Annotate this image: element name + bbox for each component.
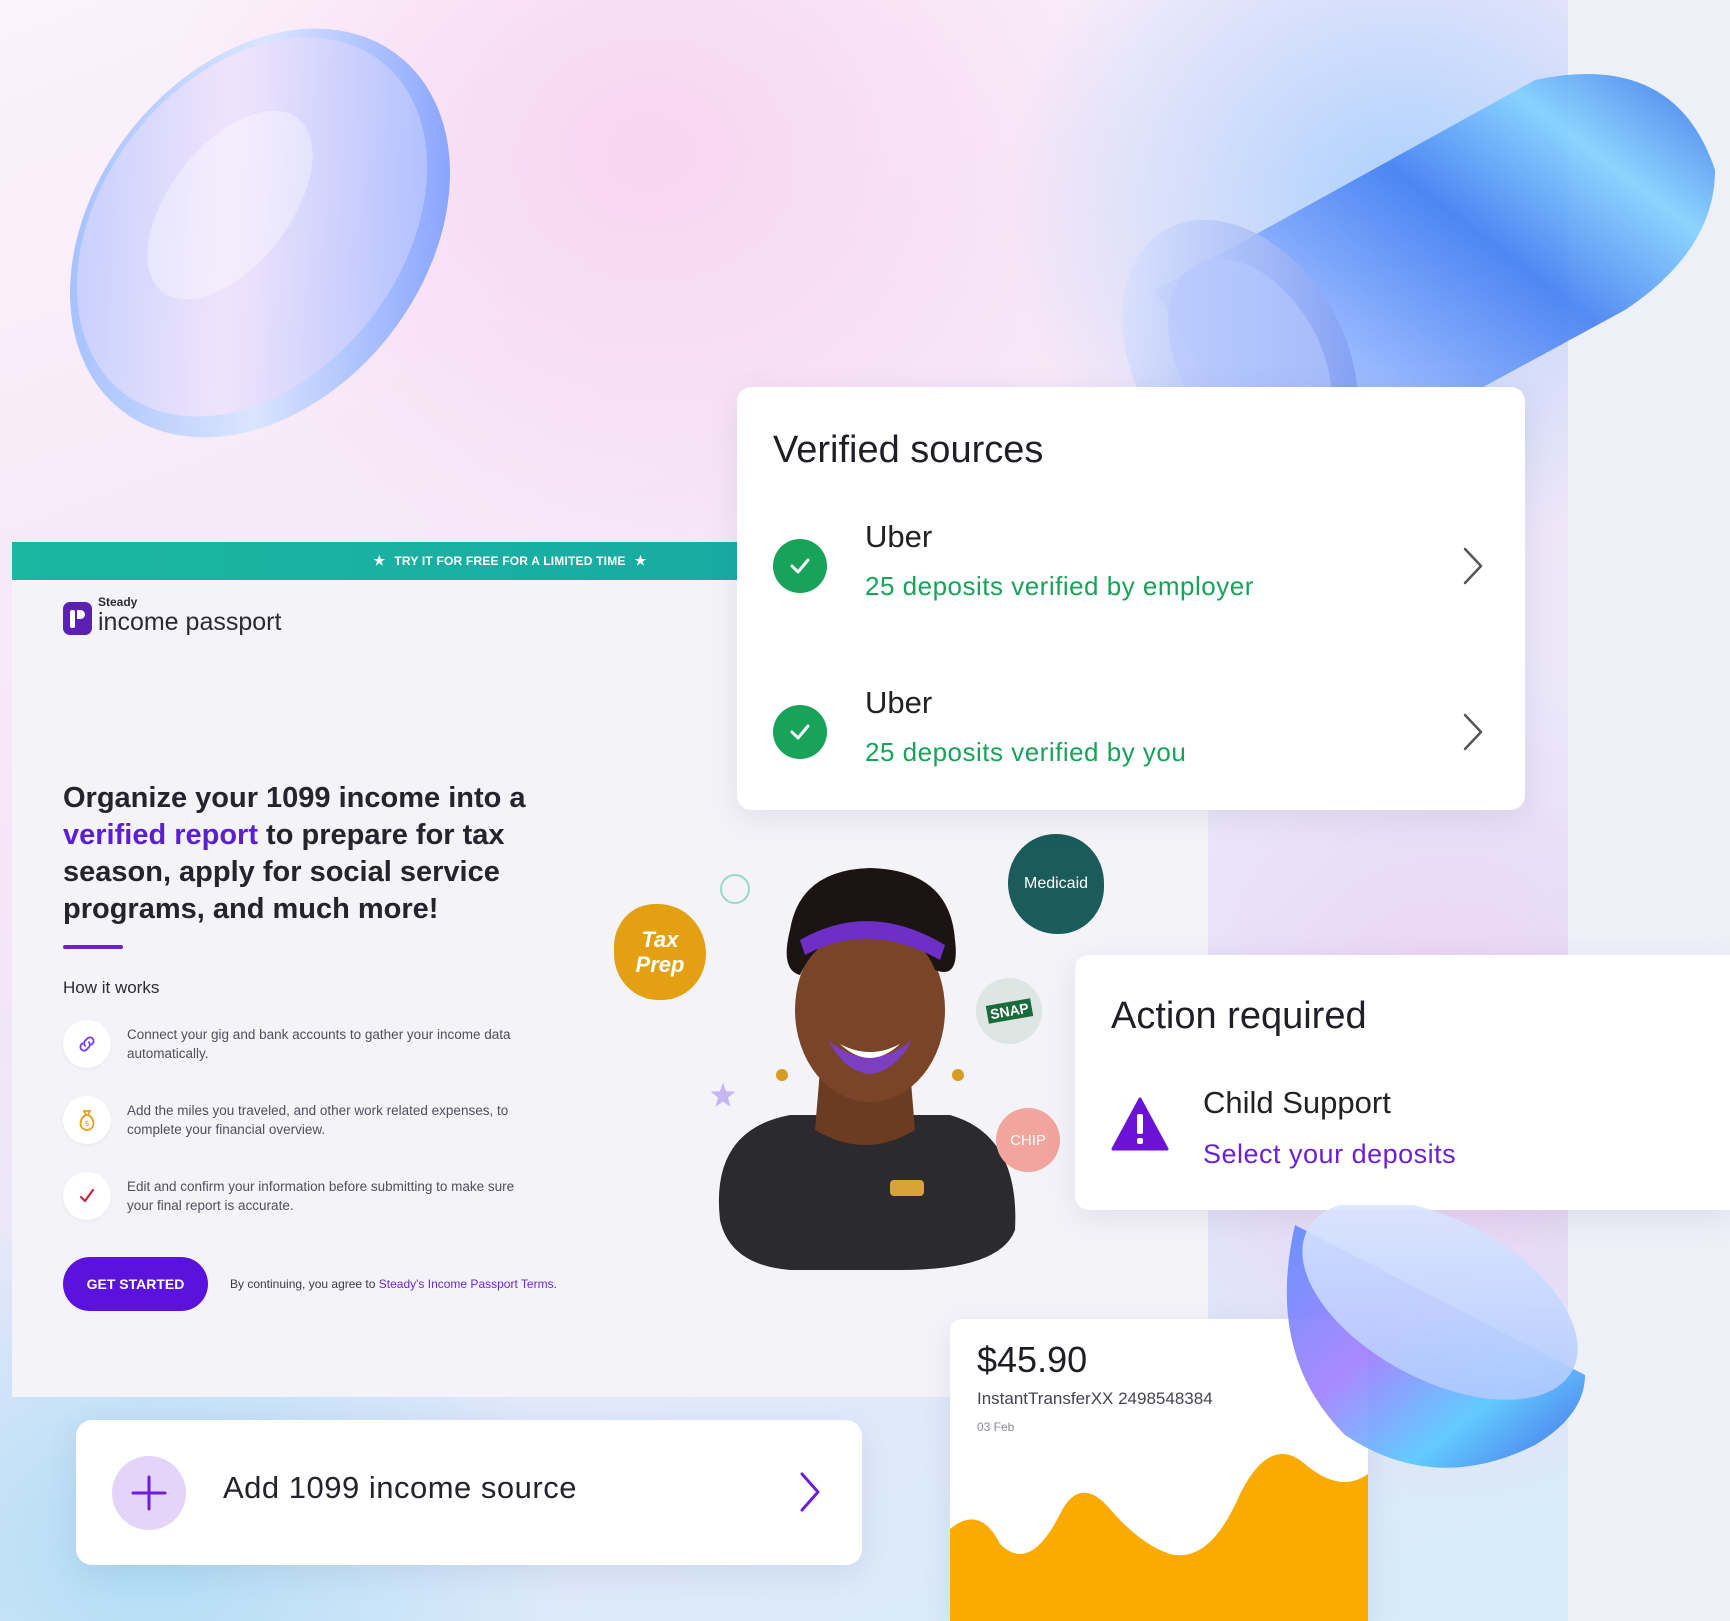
snap-badge: SNAP	[976, 978, 1042, 1044]
select-deposits-link[interactable]: Select your deposits	[1203, 1139, 1456, 1170]
step-text: Connect your gig and bank accounts to ga…	[127, 1027, 511, 1061]
glass-disc-decoration	[70, 28, 450, 438]
hero-illustration: Tax Prep Medicaid SNAP CHIP	[600, 820, 1120, 1280]
medicaid-badge: Medicaid	[1008, 834, 1104, 934]
circle-decoration-icon	[720, 874, 750, 904]
chevron-right-icon	[800, 1472, 820, 1512]
transaction-date: 03 Feb	[977, 1420, 1015, 1434]
step-text: Add the miles you traveled, and other wo…	[127, 1103, 509, 1137]
action-item-name: Child Support	[1203, 1085, 1391, 1120]
step-item: Connect your gig and bank accounts to ga…	[63, 1020, 583, 1096]
check-icon	[773, 539, 827, 593]
cta-row: GET STARTED By continuing, you agree to …	[63, 1257, 557, 1311]
plus-icon	[112, 1456, 186, 1530]
action-required-card: Action required Child Support Select you…	[1075, 955, 1730, 1210]
add-income-source-button[interactable]: Add 1099 income source	[76, 1420, 862, 1565]
verified-source-row[interactable]: Uber 25 deposits verified by you	[773, 685, 1485, 795]
link-icon	[63, 1020, 111, 1068]
star-decoration-icon	[710, 1082, 736, 1107]
verified-source-row[interactable]: Uber 25 deposits verified by employer	[773, 519, 1485, 629]
step-item: Edit and confirm your information before…	[63, 1172, 583, 1248]
steps-list: Connect your gig and bank accounts to ga…	[63, 1020, 583, 1248]
transaction-amount: $45.90	[977, 1339, 1088, 1380]
verified-sources-title: Verified sources	[773, 429, 1044, 471]
money-bag-icon: $	[63, 1096, 111, 1144]
get-started-button[interactable]: GET STARTED	[63, 1257, 208, 1311]
action-required-title: Action required	[1111, 995, 1367, 1037]
star-icon: ★	[373, 553, 386, 568]
hero-heading-highlight: verified report	[63, 819, 258, 851]
passport-logo-icon	[63, 602, 92, 635]
terms-text: By continuing, you agree to Steady's Inc…	[230, 1277, 557, 1291]
brand-logo-link[interactable]: Steady income passport	[63, 596, 281, 635]
chevron-right-icon	[1463, 547, 1483, 585]
star-icon: ★	[634, 553, 647, 568]
chip-badge: CHIP	[996, 1108, 1060, 1172]
source-status: 25 deposits verified by employer	[865, 571, 1254, 601]
step-text: Edit and confirm your information before…	[127, 1179, 515, 1213]
tax-prep-badge: Tax Prep	[614, 904, 706, 1000]
warning-icon	[1111, 1097, 1169, 1151]
source-name: Uber	[865, 685, 933, 720]
terms-link[interactable]: Steady's Income Passport Terms	[379, 1277, 554, 1291]
source-name: Uber	[865, 519, 933, 554]
checkmark-icon	[63, 1172, 111, 1220]
transaction-description: InstantTransferXX 2498548384	[977, 1389, 1213, 1408]
check-icon	[773, 705, 827, 759]
step-item: $ Add the miles you traveled, and other …	[63, 1096, 583, 1172]
how-it-works-title: How it works	[63, 978, 160, 997]
chevron-right-icon	[1463, 713, 1483, 751]
source-status: 25 deposits verified by you	[865, 737, 1187, 767]
hero-heading: Organize your 1099 income into a verifie…	[63, 782, 526, 925]
add-income-source-label: Add 1099 income source	[223, 1470, 577, 1505]
heading-underline	[63, 945, 123, 949]
svg-text:$: $	[84, 1119, 89, 1128]
woman-portrait-image	[718, 868, 1016, 1270]
brand-product-name: income passport	[98, 608, 282, 636]
glass-hemisphere-decoration	[1286, 1205, 1585, 1468]
promo-text: TRY IT FOR FREE FOR A LIMITED TIME	[394, 554, 626, 568]
brand-parent-name: Steady	[98, 595, 138, 609]
verified-sources-card: Verified sources Uber 25 deposits verifi…	[737, 387, 1525, 810]
